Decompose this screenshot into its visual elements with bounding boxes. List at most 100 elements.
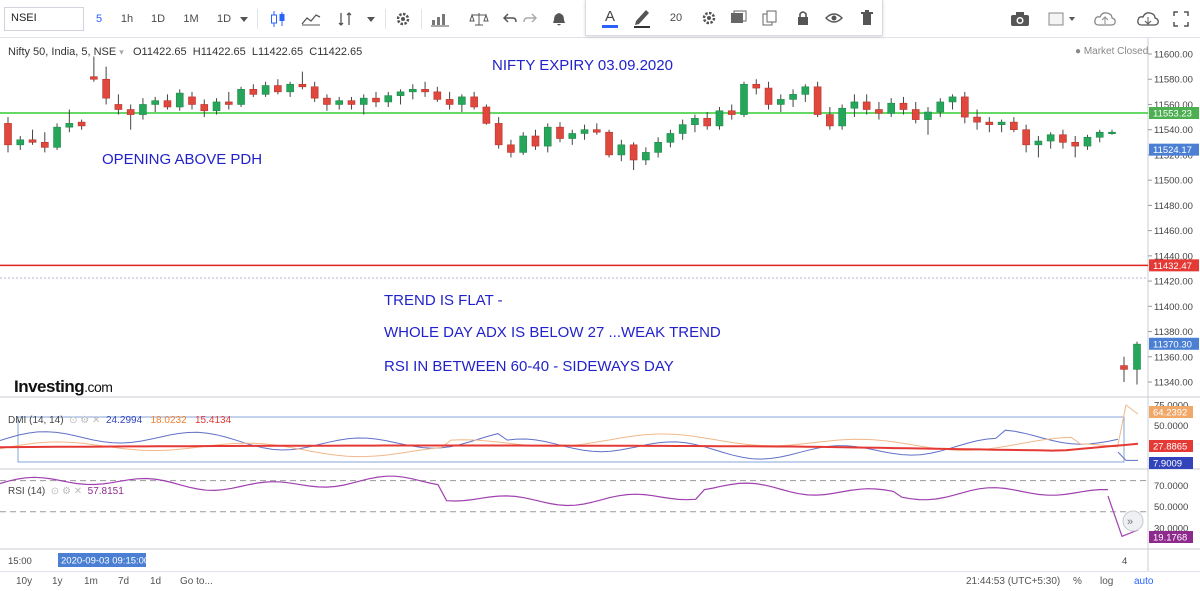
candles-icon[interactable] [265,6,291,32]
candle-body [801,86,810,95]
candle-body [175,92,184,108]
candle-body [776,99,785,105]
candle-body [163,100,172,108]
clock[interactable]: 21:44:53 (UTC+5:30) [966,576,1060,587]
legend-symbol: Nifty 50, India, 5, NSE [8,46,117,58]
rsi-label: RSI (14) [8,486,46,497]
top-toolbar: NSEI 5 1h 1D 1M 1D A 20 [0,0,1200,38]
eye-icon[interactable] [822,5,846,31]
candle-body [1010,121,1018,130]
annotation-trend[interactable]: TREND IS FLAT - [384,292,503,309]
annotation-rsi[interactable]: RSI IN BETWEEN 60-40 - SIDEWAYS DAY [384,358,674,375]
text-color-icon[interactable]: A [598,5,622,31]
price-badge-label: 11553.23 [1153,109,1192,120]
rsi-settings-icon[interactable]: ⊙ ⚙ ✕ [48,486,85,497]
candle-body [335,100,344,105]
candle-body [151,100,159,105]
candle-body [445,99,454,105]
candle-body [1046,134,1055,142]
range-1y-button[interactable]: 1y [52,576,63,587]
compare-icon[interactable] [333,6,359,32]
candle-body [519,135,528,153]
lock-icon[interactable] [792,5,814,31]
interval-1m-button[interactable]: 1M [178,6,204,32]
range-7d-button[interactable]: 7d [118,576,129,587]
dmi-value-1: 24.2994 [105,415,143,426]
candle-body [139,104,147,115]
clone-icon[interactable] [758,5,784,31]
candle-body [126,109,135,115]
templates-icon[interactable] [426,6,454,32]
candle-body [53,126,61,148]
chevron-down-icon[interactable] [237,6,251,32]
symbol-search-input[interactable]: NSEI [4,7,84,31]
candle-body [90,76,98,80]
interval-1d-button[interactable]: 1D [146,6,170,32]
candle-body [997,121,1006,125]
candle-body [114,104,123,110]
rsi-legend: RSI (14) ⊙ ⚙ ✕ 57.8151 [8,486,124,497]
dmi-settings-icon[interactable]: ⊙ ⚙ ✕ [66,415,103,426]
candle-body [421,89,429,93]
candle-body [543,126,552,147]
chart-svg[interactable]: 11600.0011580.0011560.0011540.0011520.00… [0,38,1200,571]
candle-body [605,131,613,156]
background-color-button[interactable] [1044,6,1080,32]
chart-area[interactable]: 11600.00 11580.00 11560.00 11540.00 11520.00… [0,38,1200,571]
annotation-opening[interactable]: OPENING ABOVE PDH [102,151,262,168]
candle-body [286,83,294,93]
candle-body [838,107,846,127]
bottom-bar: 10y 1y 1m 7d 1d Go to... 21:44:53 (UTC+5… [0,571,1200,591]
price-tick-label: 11360.00 [1154,352,1193,363]
trash-icon[interactable] [856,5,878,31]
main-legend: Nifty 50, India, 5, NSE ▾ O11422.65 H114… [8,46,362,58]
annotation-expiry[interactable]: NIFTY EXPIRY 03.09.2020 [492,57,673,74]
dmi-value-2: 18.0232 [150,415,187,426]
interval-dropdown-button[interactable]: 1D [212,6,236,32]
chevron-down-icon[interactable]: ▾ [119,47,124,57]
candle-body [261,85,270,95]
dmi-plus-tail [1117,451,1138,461]
gear-icon[interactable] [698,5,720,31]
alert-bell-icon[interactable] [546,6,572,32]
undo-icon[interactable] [500,6,520,32]
candle-body [850,101,859,109]
font-size-select[interactable]: 20 [662,5,690,31]
interval-5min-button[interactable]: 5 [88,6,110,32]
pen-color-icon[interactable] [630,5,654,31]
candle-body [592,129,601,133]
annotation-adx[interactable]: WHOLE DAY ADX IS BELOW 27 ...WEAK TREND [384,324,721,341]
cloud-save-icon[interactable] [1133,6,1163,32]
range-1d-button[interactable]: 1d [150,576,161,587]
candle-body [727,110,736,115]
candle-body [666,133,675,143]
dmi-legend: DMI (14, 14) ⊙ ⚙ ✕ 24.2994 18.0232 15.41… [8,415,231,426]
candle-body [924,111,932,120]
auto-toggle[interactable]: auto [1134,576,1153,587]
candle-body [1059,134,1067,143]
chevron-down-icon[interactable] [363,6,379,32]
range-1m-button[interactable]: 1m [84,576,98,587]
candle-body [200,104,209,112]
legend-open-label: O [132,46,142,58]
cloud-load-icon[interactable] [1090,6,1120,32]
dmi-minus-tail [1117,404,1139,445]
visibility-icon[interactable] [726,5,752,31]
candle-body [862,101,871,110]
percent-toggle[interactable]: % [1073,576,1082,587]
candle-body [973,116,981,123]
candle-body [813,86,822,115]
interval-1h-button[interactable]: 1h [116,6,138,32]
log-toggle[interactable]: log [1100,576,1113,587]
price-badge-label: 11524.17 [1153,145,1192,156]
range-10y-button[interactable]: 10y [16,576,32,587]
candle-body [678,124,687,134]
gear-icon[interactable] [390,6,416,32]
goto-button[interactable]: Go to... [180,576,213,587]
indicators-icon[interactable] [297,6,325,32]
fullscreen-icon[interactable] [1168,6,1194,32]
candle-body [274,85,282,93]
scales-icon[interactable] [465,6,493,32]
redo-icon[interactable] [520,6,540,32]
camera-icon[interactable] [1006,6,1034,32]
